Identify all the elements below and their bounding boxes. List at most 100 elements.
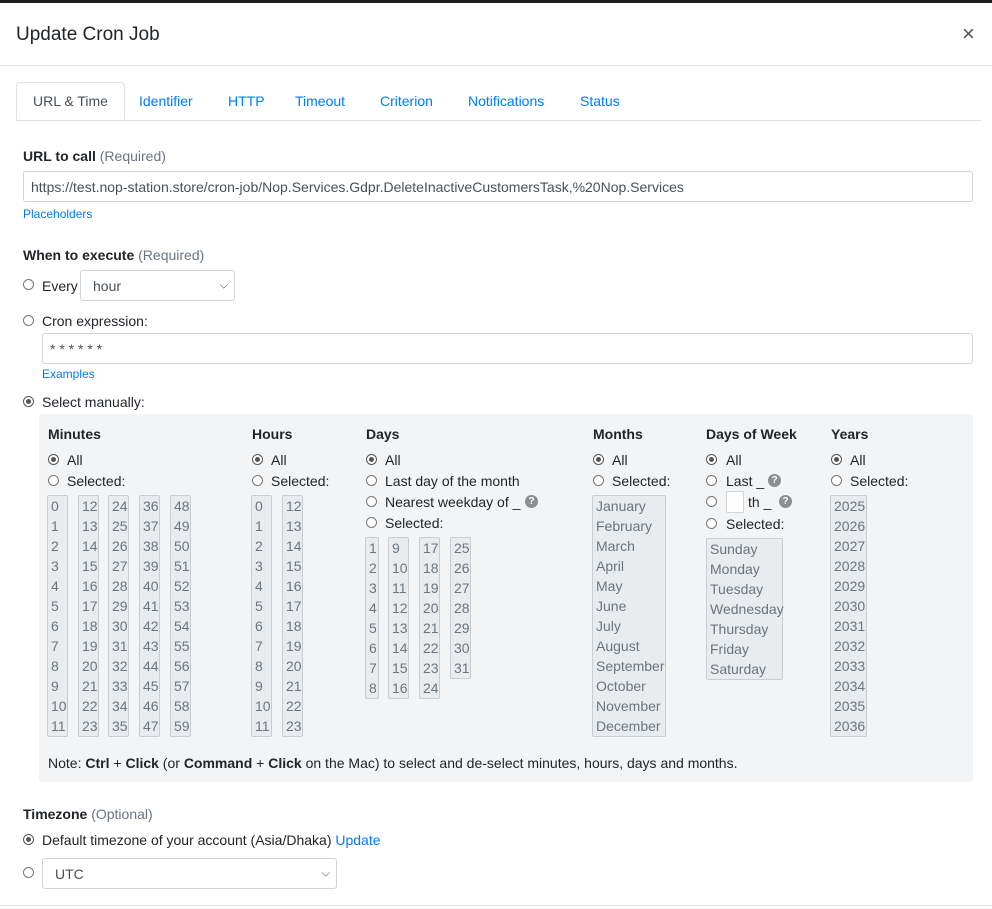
weekdays-option[interactable]: Sunday <box>707 539 782 559</box>
years-option[interactable]: 2035 <box>831 696 866 716</box>
hours-option[interactable]: 15 <box>283 556 302 576</box>
days-listbox[interactable]: 25 26 27 28 29 30 31 <box>450 537 471 679</box>
minutes-option[interactable]: 2 <box>48 536 67 556</box>
hours-option[interactable]: 2 <box>252 536 271 556</box>
years-option[interactable]: 2029 <box>831 576 866 596</box>
default-timezone-radio[interactable] <box>23 834 34 845</box>
hours-option[interactable]: 19 <box>283 636 302 656</box>
hours-option[interactable]: 21 <box>283 676 302 696</box>
cron-expression-input[interactable] <box>42 333 973 364</box>
weekdays-last-radio[interactable] <box>706 475 717 486</box>
years-listbox[interactable]: 2025 2026 2027 2028 2029 2030 2031 2032 2033 2034… <box>830 495 867 737</box>
years-option[interactable]: 2028 <box>831 556 866 576</box>
minutes-option[interactable]: 27 <box>109 556 128 576</box>
minutes-option[interactable]: 29 <box>109 596 128 616</box>
days-listbox[interactable]: 17 18 19 20 21 22 23 24 <box>419 537 440 699</box>
minutes-option[interactable]: 33 <box>109 676 128 696</box>
minutes-option[interactable]: 16 <box>79 576 98 596</box>
manual-radio[interactable] <box>23 396 34 407</box>
days-option[interactable]: 30 <box>451 638 470 658</box>
days-option[interactable]: 4 <box>366 598 378 618</box>
months-selected-radio[interactable] <box>593 475 604 486</box>
weekdays-nth-radio[interactable] <box>706 496 717 507</box>
hours-option[interactable]: 10 <box>252 696 271 716</box>
hours-option[interactable]: 0 <box>252 496 271 516</box>
days-option[interactable]: 19 <box>420 578 439 598</box>
years-option[interactable]: 2036 <box>831 716 866 736</box>
months-option[interactable]: February <box>593 516 665 536</box>
minutes-option[interactable]: 17 <box>79 596 98 616</box>
weekdays-all-radio[interactable] <box>706 454 717 465</box>
weekdays-option[interactable]: Friday <box>707 639 782 659</box>
update-timezone-link[interactable]: Update <box>335 832 380 848</box>
minutes-option[interactable]: 46 <box>140 696 159 716</box>
days-option[interactable]: 1 <box>366 538 378 558</box>
weekdays-option[interactable]: Saturday <box>707 659 782 679</box>
question-icon[interactable]: ? <box>525 495 538 508</box>
weekdays-selected-radio[interactable] <box>706 518 717 529</box>
hours-option[interactable]: 8 <box>252 656 271 676</box>
minutes-option[interactable]: 6 <box>48 616 67 636</box>
minutes-option[interactable]: 51 <box>171 556 190 576</box>
months-option[interactable]: December <box>593 716 665 736</box>
minutes-option[interactable]: 21 <box>79 676 98 696</box>
minutes-selected-radio[interactable] <box>48 475 59 486</box>
years-option[interactable]: 2025 <box>831 496 866 516</box>
minutes-option[interactable]: 0 <box>48 496 67 516</box>
minutes-option[interactable]: 48 <box>171 496 190 516</box>
minutes-option[interactable]: 7 <box>48 636 67 656</box>
url-input[interactable] <box>23 171 973 202</box>
minutes-option[interactable]: 44 <box>140 656 159 676</box>
minutes-option[interactable]: 37 <box>140 516 159 536</box>
minutes-all-radio[interactable] <box>48 454 59 465</box>
hours-option[interactable]: 20 <box>283 656 302 676</box>
hours-option[interactable]: 4 <box>252 576 271 596</box>
days-listbox[interactable]: 9 10 11 12 13 14 15 16 <box>388 537 409 699</box>
weekdays-option[interactable]: Monday <box>707 559 782 579</box>
days-option[interactable]: 29 <box>451 618 470 638</box>
minutes-listbox[interactable]: 12 13 14 15 16 17 18 19 20 21 22 23 <box>78 495 99 737</box>
hours-option[interactable]: 17 <box>283 596 302 616</box>
minutes-option[interactable]: 59 <box>171 716 190 736</box>
minutes-option[interactable]: 35 <box>109 716 128 736</box>
minutes-option[interactable]: 9 <box>48 676 67 696</box>
days-option[interactable]: 9 <box>389 538 408 558</box>
days-option[interactable]: 20 <box>420 598 439 618</box>
tab-notifications[interactable]: Notifications <box>468 82 544 120</box>
months-option[interactable]: May <box>593 576 665 596</box>
minutes-option[interactable]: 43 <box>140 636 159 656</box>
hours-option[interactable]: 22 <box>283 696 302 716</box>
nth-weekday-input[interactable] <box>726 491 744 513</box>
minutes-option[interactable]: 56 <box>171 656 190 676</box>
every-radio[interactable] <box>23 279 34 290</box>
tab-http[interactable]: HTTP <box>228 82 265 120</box>
hours-option[interactable]: 23 <box>283 716 302 736</box>
minutes-option[interactable]: 3 <box>48 556 67 576</box>
tab-timeout[interactable]: Timeout <box>295 82 345 120</box>
minutes-option[interactable]: 58 <box>171 696 190 716</box>
days-option[interactable]: 14 <box>389 638 408 658</box>
days-option[interactable]: 27 <box>451 578 470 598</box>
minutes-option[interactable]: 14 <box>79 536 98 556</box>
months-option[interactable]: October <box>593 676 665 696</box>
minutes-option[interactable]: 12 <box>79 496 98 516</box>
days-option[interactable]: 31 <box>451 658 470 678</box>
weekdays-option[interactable]: Wednesday <box>707 599 784 619</box>
days-option[interactable]: 28 <box>451 598 470 618</box>
minutes-option[interactable]: 50 <box>171 536 190 556</box>
days-option[interactable]: 25 <box>451 538 470 558</box>
minutes-option[interactable]: 41 <box>140 596 159 616</box>
years-selected-radio[interactable] <box>831 475 842 486</box>
days-option[interactable]: 15 <box>389 658 408 678</box>
minutes-option[interactable]: 36 <box>140 496 159 516</box>
minutes-option[interactable]: 20 <box>79 656 98 676</box>
hours-option[interactable]: 6 <box>252 616 271 636</box>
hours-option[interactable]: 14 <box>283 536 302 556</box>
minutes-option[interactable]: 30 <box>109 616 128 636</box>
days-option[interactable]: 13 <box>389 618 408 638</box>
hours-option[interactable]: 16 <box>283 576 302 596</box>
every-select[interactable]: hour ⌵ <box>80 270 235 301</box>
days-option[interactable]: 8 <box>366 678 378 698</box>
months-option[interactable]: March <box>593 536 665 556</box>
months-option[interactable]: April <box>593 556 665 576</box>
